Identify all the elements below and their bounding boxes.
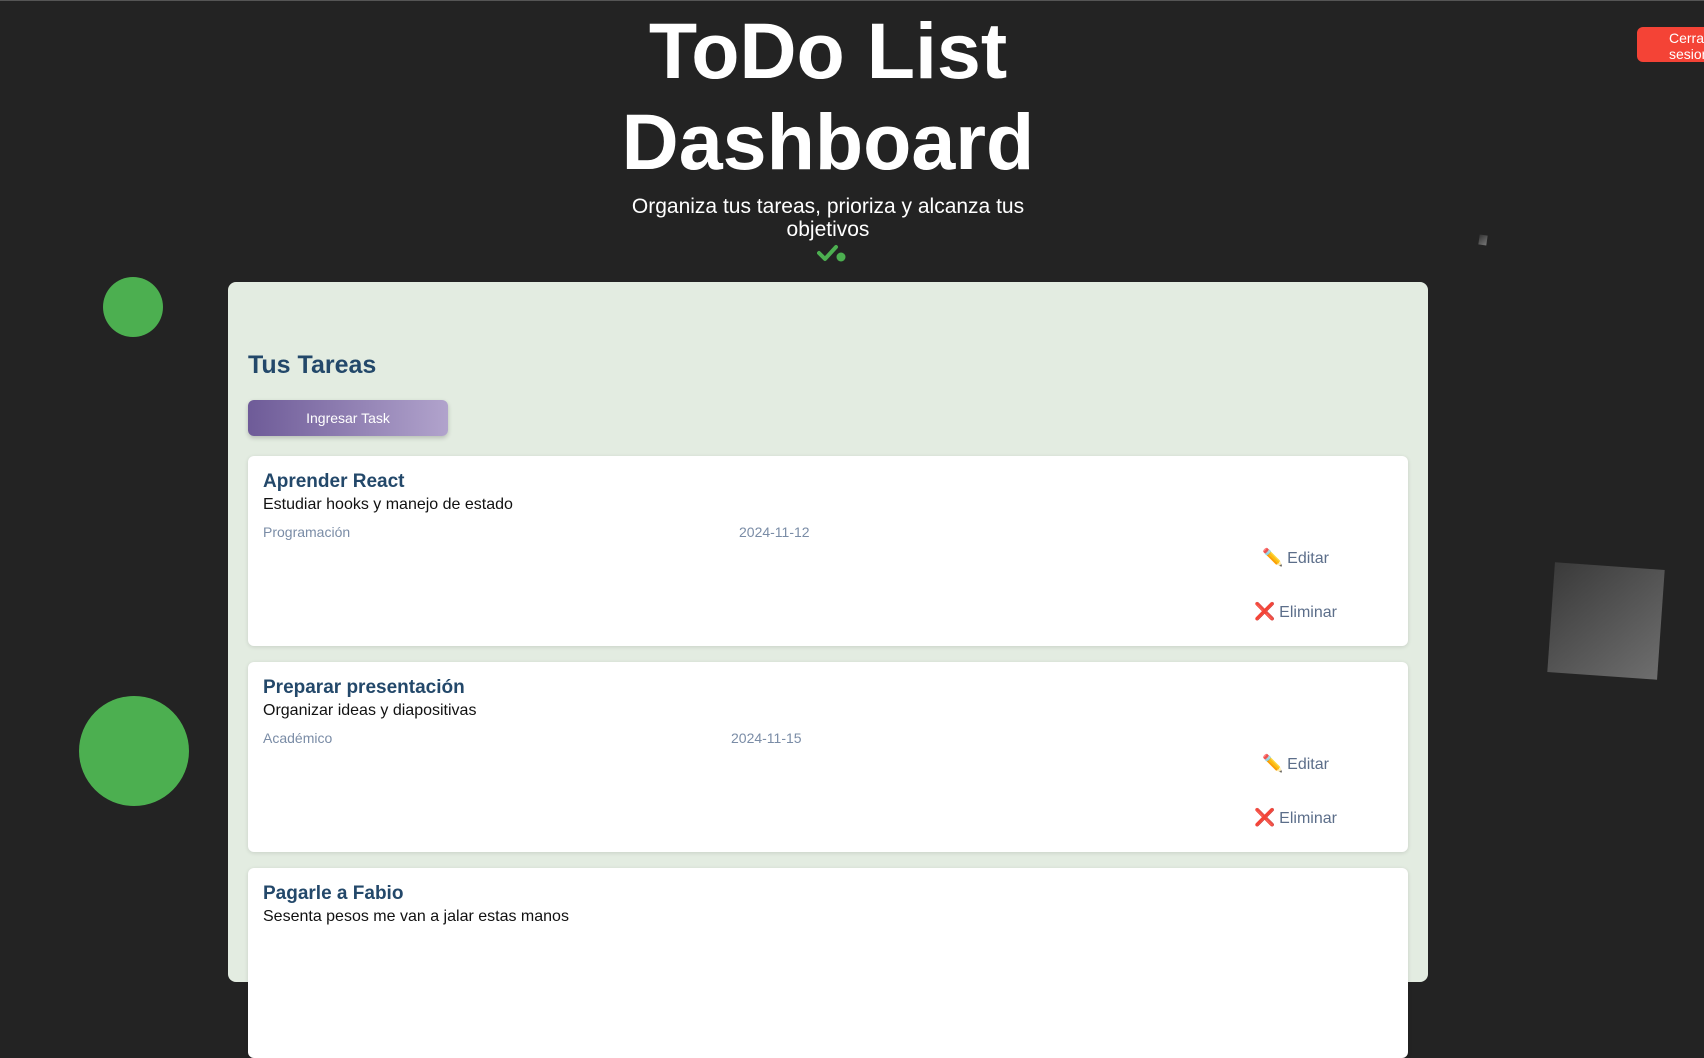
delete-task-button[interactable]: ❌ Eliminar [1254, 808, 1337, 828]
task-category: Programación [263, 524, 351, 540]
delete-label: Eliminar [1279, 810, 1337, 827]
task-title: Preparar presentación [263, 677, 465, 698]
add-task-button[interactable]: Ingresar Task [248, 400, 448, 436]
task-description: Estudiar hooks y manejo de estado [263, 496, 513, 513]
task-category: Académico [263, 730, 333, 746]
edit-task-button[interactable]: ✏️ Editar [1262, 548, 1329, 568]
decorative-gray-square [1547, 562, 1665, 680]
page-subtitle: Organiza tus tareas, prioriza y alcanza … [0, 195, 1656, 264]
tasks-section-title: Tus Tareas [248, 351, 377, 379]
task-description: Sesenta pesos me van a jalar estas manos [263, 908, 569, 925]
decorative-green-circle [103, 277, 163, 337]
task-title: Pagarle a Fabio [263, 883, 404, 904]
page-title-line-1: ToDo List [648, 6, 1008, 95]
edit-task-button[interactable]: ✏️ Editar [1262, 754, 1329, 774]
subtitle-line-1: Organiza tus tareas, prioriza y alcanza … [631, 195, 1025, 218]
check-dot-icon [817, 245, 846, 262]
task-title: Aprender React [263, 471, 405, 492]
task-date: 2024-11-12 [739, 524, 810, 540]
task-card: Pagarle a Fabio Sesenta pesos me van a j… [248, 868, 1408, 1058]
task-card: Preparar presentación Organizar ideas y … [248, 662, 1408, 852]
page-title-line-2: Dashboard [621, 97, 1035, 186]
cross-mark-icon: ❌ [1254, 602, 1276, 621]
page-title: ToDo List Dashboard [0, 5, 1656, 187]
pencil-icon: ✏️ [1262, 754, 1284, 773]
edit-label: Editar [1287, 756, 1329, 773]
edit-label: Editar [1287, 550, 1329, 567]
subtitle-line-2: objetivos [0, 218, 1656, 264]
logout-button[interactable]: Cerrar sesion [1637, 27, 1704, 62]
task-date: 2024-11-15 [731, 730, 802, 746]
subtitle-text: objetivos [786, 218, 870, 241]
pencil-icon: ✏️ [1262, 548, 1284, 567]
decorative-green-circle-large [79, 696, 189, 806]
task-card: Aprender React Estudiar hooks y manejo d… [248, 456, 1408, 646]
task-description: Organizar ideas y diapositivas [263, 702, 477, 719]
delete-task-button[interactable]: ❌ Eliminar [1254, 602, 1337, 622]
delete-label: Eliminar [1279, 604, 1337, 621]
cross-mark-icon: ❌ [1254, 808, 1276, 827]
